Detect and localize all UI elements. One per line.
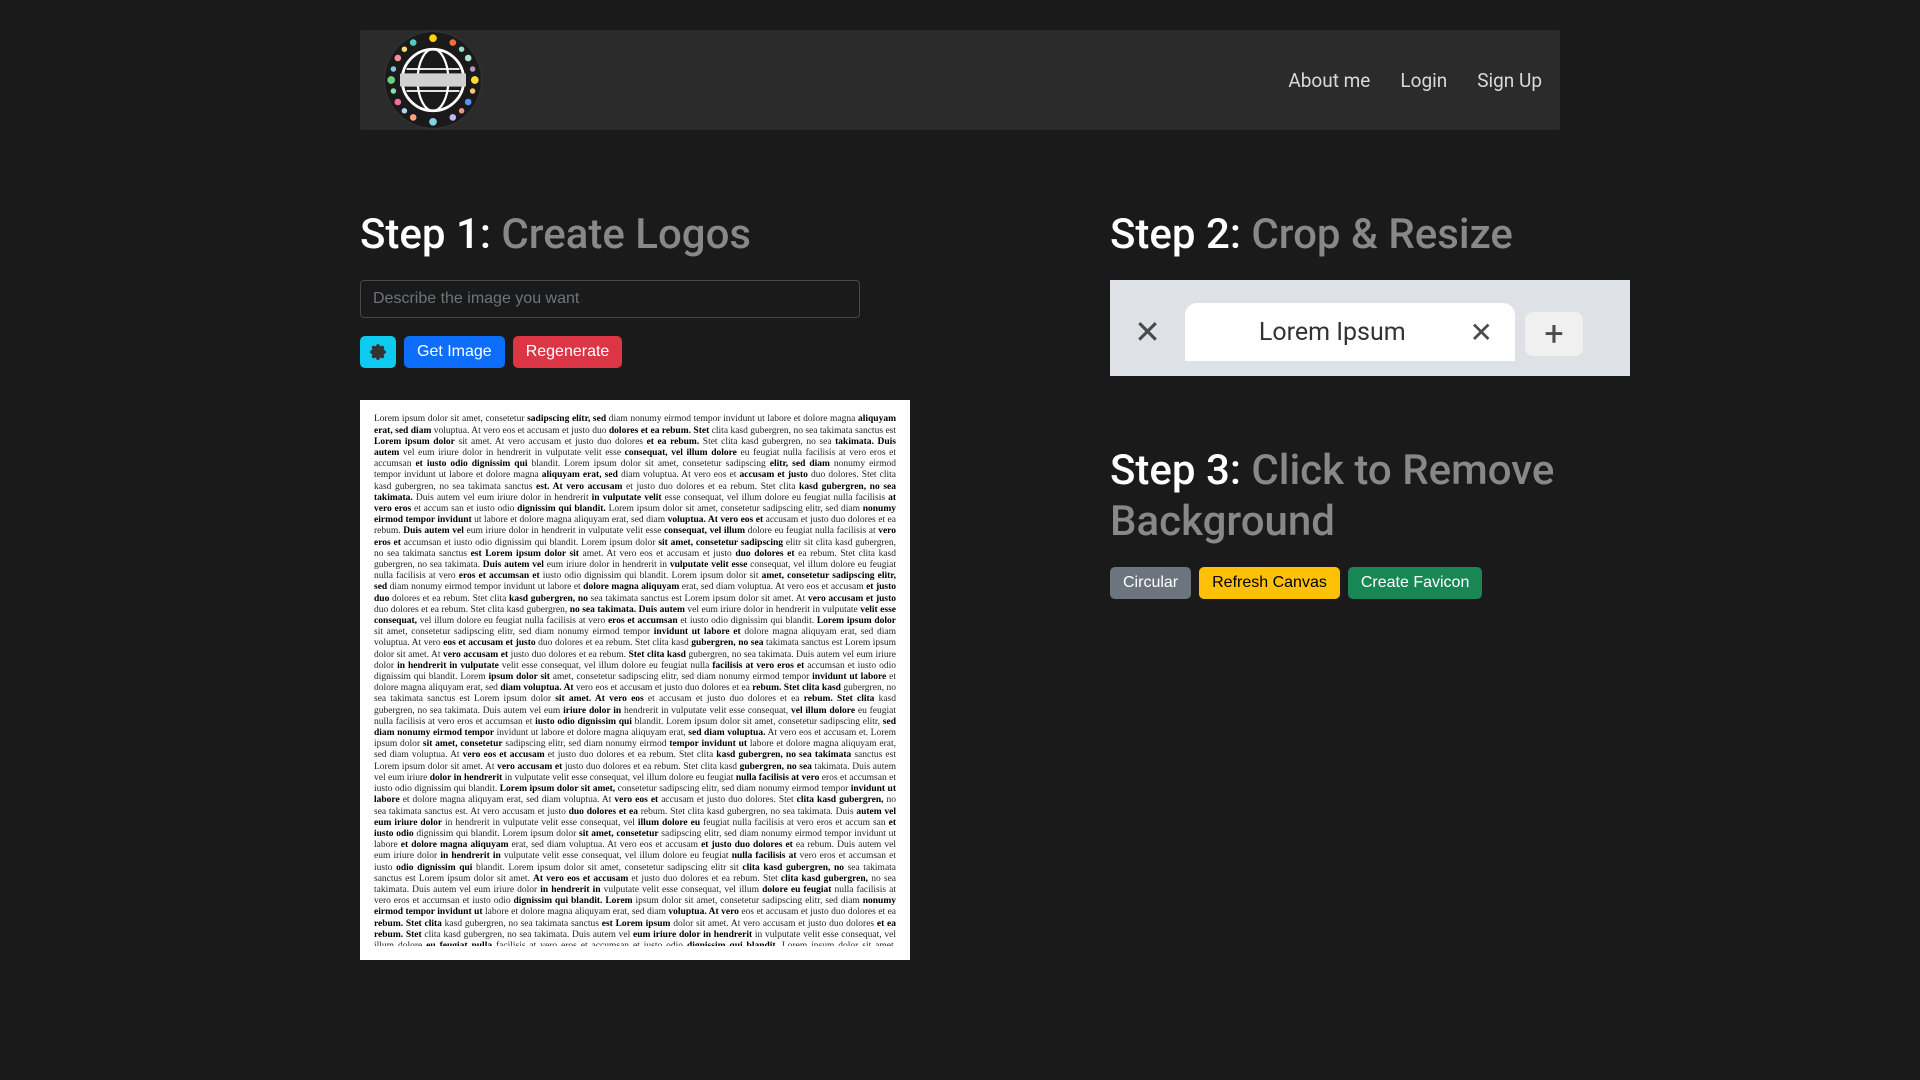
step1-heading: Step 1: Create Logos [360,210,1060,260]
generated-image[interactable]: Lorem ipsum dolor sit amet, consetetur s… [360,400,910,960]
step3-buttons: Circular Refresh Canvas Create Favicon [1110,567,1630,599]
close-tab-icon[interactable]: ✕ [1470,316,1493,349]
navbar: About me Login Sign Up [360,30,1560,130]
refresh-canvas-button[interactable]: Refresh Canvas [1199,567,1340,599]
close-icon: ✕ [1134,313,1161,351]
nav-signup[interactable]: Sign Up [1477,69,1542,92]
step2-heading: Step 2: Crop & Resize [1110,210,1630,260]
prompt-input[interactable] [360,280,860,318]
plus-icon: + [1544,314,1563,354]
gear-icon [370,344,386,360]
step3-heading: Step 3: Click to Remove Background [1110,446,1630,547]
globe-logo-icon [378,25,488,135]
crop-tab-bar: ✕ Lorem Ipsum ✕ + [1110,302,1630,362]
crop-tab-active[interactable]: Lorem Ipsum ✕ [1185,303,1515,361]
step1-buttons: Get Image Regenerate [360,336,1060,368]
step3-prefix: Step 3: [1110,446,1251,495]
step2-title: Crop & Resize [1251,210,1513,259]
step1-title: Create Logos [501,210,751,259]
crop-add-tab[interactable]: + [1525,312,1583,356]
nav-about[interactable]: About me [1288,69,1370,92]
crop-tab-label: Lorem Ipsum [1207,318,1458,347]
step1-prefix: Step 1: [360,210,501,259]
nav-login[interactable]: Login [1400,69,1447,92]
settings-button[interactable] [360,336,396,368]
create-favicon-button[interactable]: Create Favicon [1348,567,1483,599]
circular-button[interactable]: Circular [1110,567,1191,599]
lorem-text-content: Lorem ipsum dolor sit amet, consetetur s… [374,414,896,946]
get-image-button[interactable]: Get Image [404,336,505,368]
regenerate-button[interactable]: Regenerate [513,336,623,368]
crop-close-all[interactable]: ✕ [1110,302,1185,362]
logo[interactable] [378,25,488,135]
nav-links: About me Login Sign Up [1288,69,1542,92]
crop-resize-canvas[interactable]: ✕ Lorem Ipsum ✕ + [1110,280,1630,376]
step2-prefix: Step 2: [1110,210,1251,259]
